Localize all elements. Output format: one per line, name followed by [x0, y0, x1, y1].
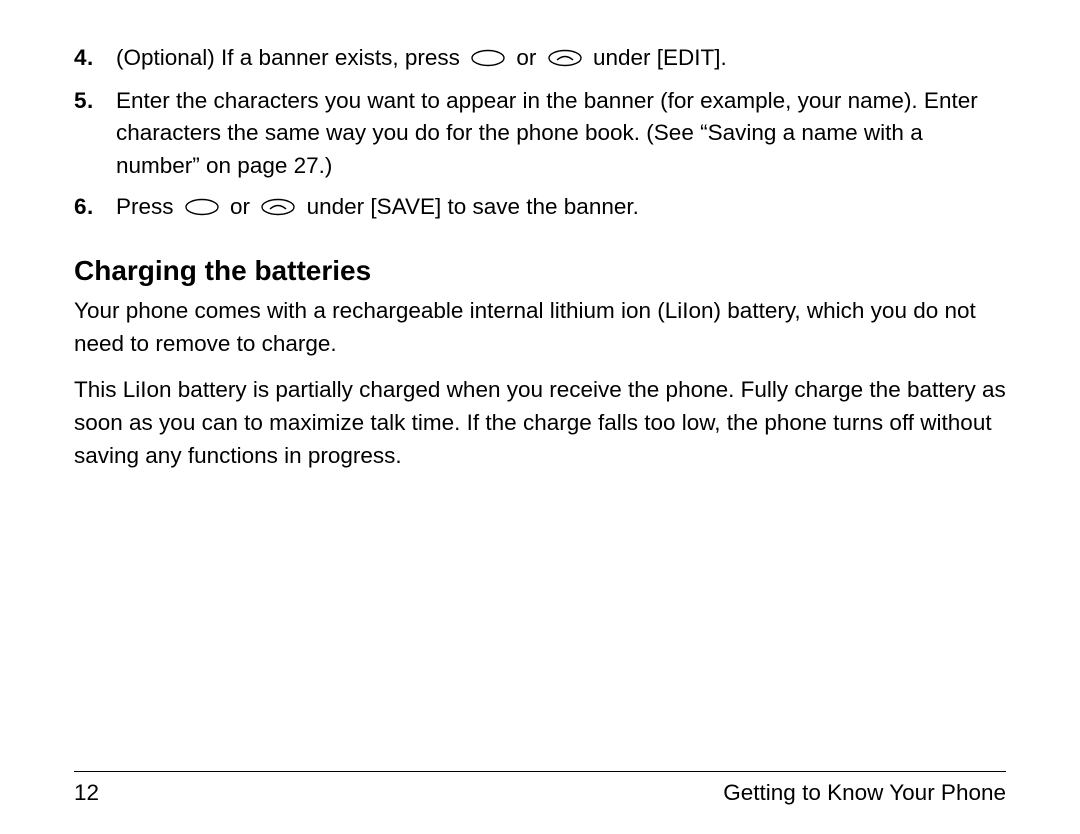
section-heading: Charging the batteries: [74, 255, 1006, 287]
paragraph: Your phone comes with a rechargeable int…: [74, 295, 1006, 360]
manual-page: 4. (Optional) If a banner exists, press …: [0, 0, 1080, 834]
text-or: or: [230, 194, 256, 219]
oval-button-up-icon: [547, 44, 583, 77]
step-6: 6. Press or under [SAVE] to save the ban…: [74, 191, 1006, 226]
step-body: (Optional) If a banner exists, press or …: [116, 42, 1006, 77]
step-body: Enter the characters you want to appear …: [116, 85, 1006, 183]
text-fragment: (Optional) If a banner exists, press: [116, 45, 466, 70]
oval-button-plain-icon: [184, 193, 220, 226]
section-title: Getting to Know Your Phone: [723, 780, 1006, 806]
oval-button-plain-icon: [470, 44, 506, 77]
text-fragment: under [SAVE] to save the banner.: [307, 194, 639, 219]
step-number: 6.: [74, 191, 116, 226]
text-fragment: under [EDIT].: [593, 45, 727, 70]
step-5: 5. Enter the characters you want to appe…: [74, 85, 1006, 183]
step-number: 5.: [74, 85, 116, 183]
oval-button-up-icon: [260, 193, 296, 226]
page-footer: 12 Getting to Know Your Phone: [74, 771, 1006, 806]
text-or: or: [516, 45, 542, 70]
step-body: Press or under [SAVE] to save the banner…: [116, 191, 1006, 226]
text-fragment: Press: [116, 194, 180, 219]
step-number: 4.: [74, 42, 116, 77]
page-number: 12: [74, 780, 99, 806]
paragraph: This LiIon battery is partially charged …: [74, 374, 1006, 472]
instruction-list: 4. (Optional) If a banner exists, press …: [74, 42, 1006, 225]
step-4: 4. (Optional) If a banner exists, press …: [74, 42, 1006, 77]
